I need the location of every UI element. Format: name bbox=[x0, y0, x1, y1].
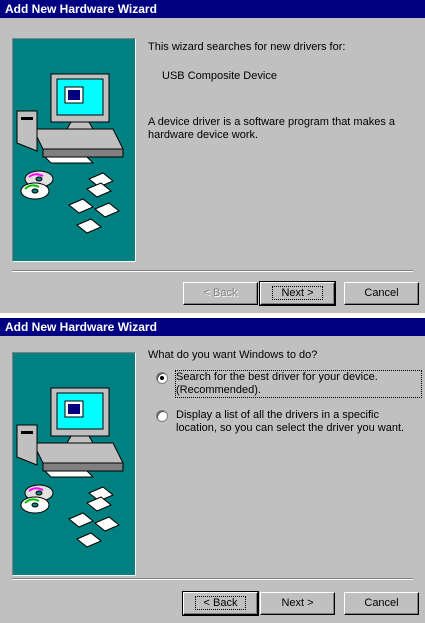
option-label[interactable]: Display a list of all the drivers in a s… bbox=[176, 409, 421, 435]
title-bar: Add New Hardware Wizard bbox=[0, 318, 425, 336]
wizard-dialog-1: Add New Hardware Wizard This wizard sear… bbox=[0, 0, 425, 313]
question-text: What do you want Windows to do? bbox=[148, 349, 318, 361]
description-text: A device driver is a software program th… bbox=[148, 116, 395, 141]
floppy-disk-icon bbox=[68, 172, 120, 234]
computer-icon bbox=[16, 73, 124, 164]
radio-button[interactable] bbox=[156, 410, 168, 422]
option-label[interactable]: Search for the best driver for your devi… bbox=[175, 370, 422, 398]
intro-text: This wizard searches for new drivers for… bbox=[148, 41, 346, 53]
computer-icon bbox=[16, 387, 124, 478]
cancel-button[interactable]: Cancel bbox=[344, 592, 419, 615]
cd-icon bbox=[20, 170, 54, 200]
radio-button[interactable] bbox=[156, 372, 168, 384]
cd-icon bbox=[20, 484, 54, 514]
radio-dot bbox=[160, 376, 164, 380]
separator bbox=[12, 270, 413, 272]
cancel-button[interactable]: Cancel bbox=[344, 282, 419, 305]
device-name: USB Composite Device bbox=[162, 70, 277, 82]
wizard-illustration bbox=[12, 352, 136, 576]
wizard-dialog-2: Add New Hardware Wizard What do you want… bbox=[0, 318, 425, 623]
back-button[interactable]: < Back bbox=[182, 591, 259, 616]
wizard-illustration bbox=[12, 38, 136, 262]
back-button[interactable]: < Back bbox=[183, 282, 258, 305]
separator bbox=[12, 578, 413, 580]
floppy-disk-icon bbox=[68, 486, 120, 548]
next-button[interactable]: Next > bbox=[259, 281, 336, 306]
title-bar: Add New Hardware Wizard bbox=[0, 0, 425, 18]
next-button[interactable]: Next > bbox=[260, 592, 335, 615]
